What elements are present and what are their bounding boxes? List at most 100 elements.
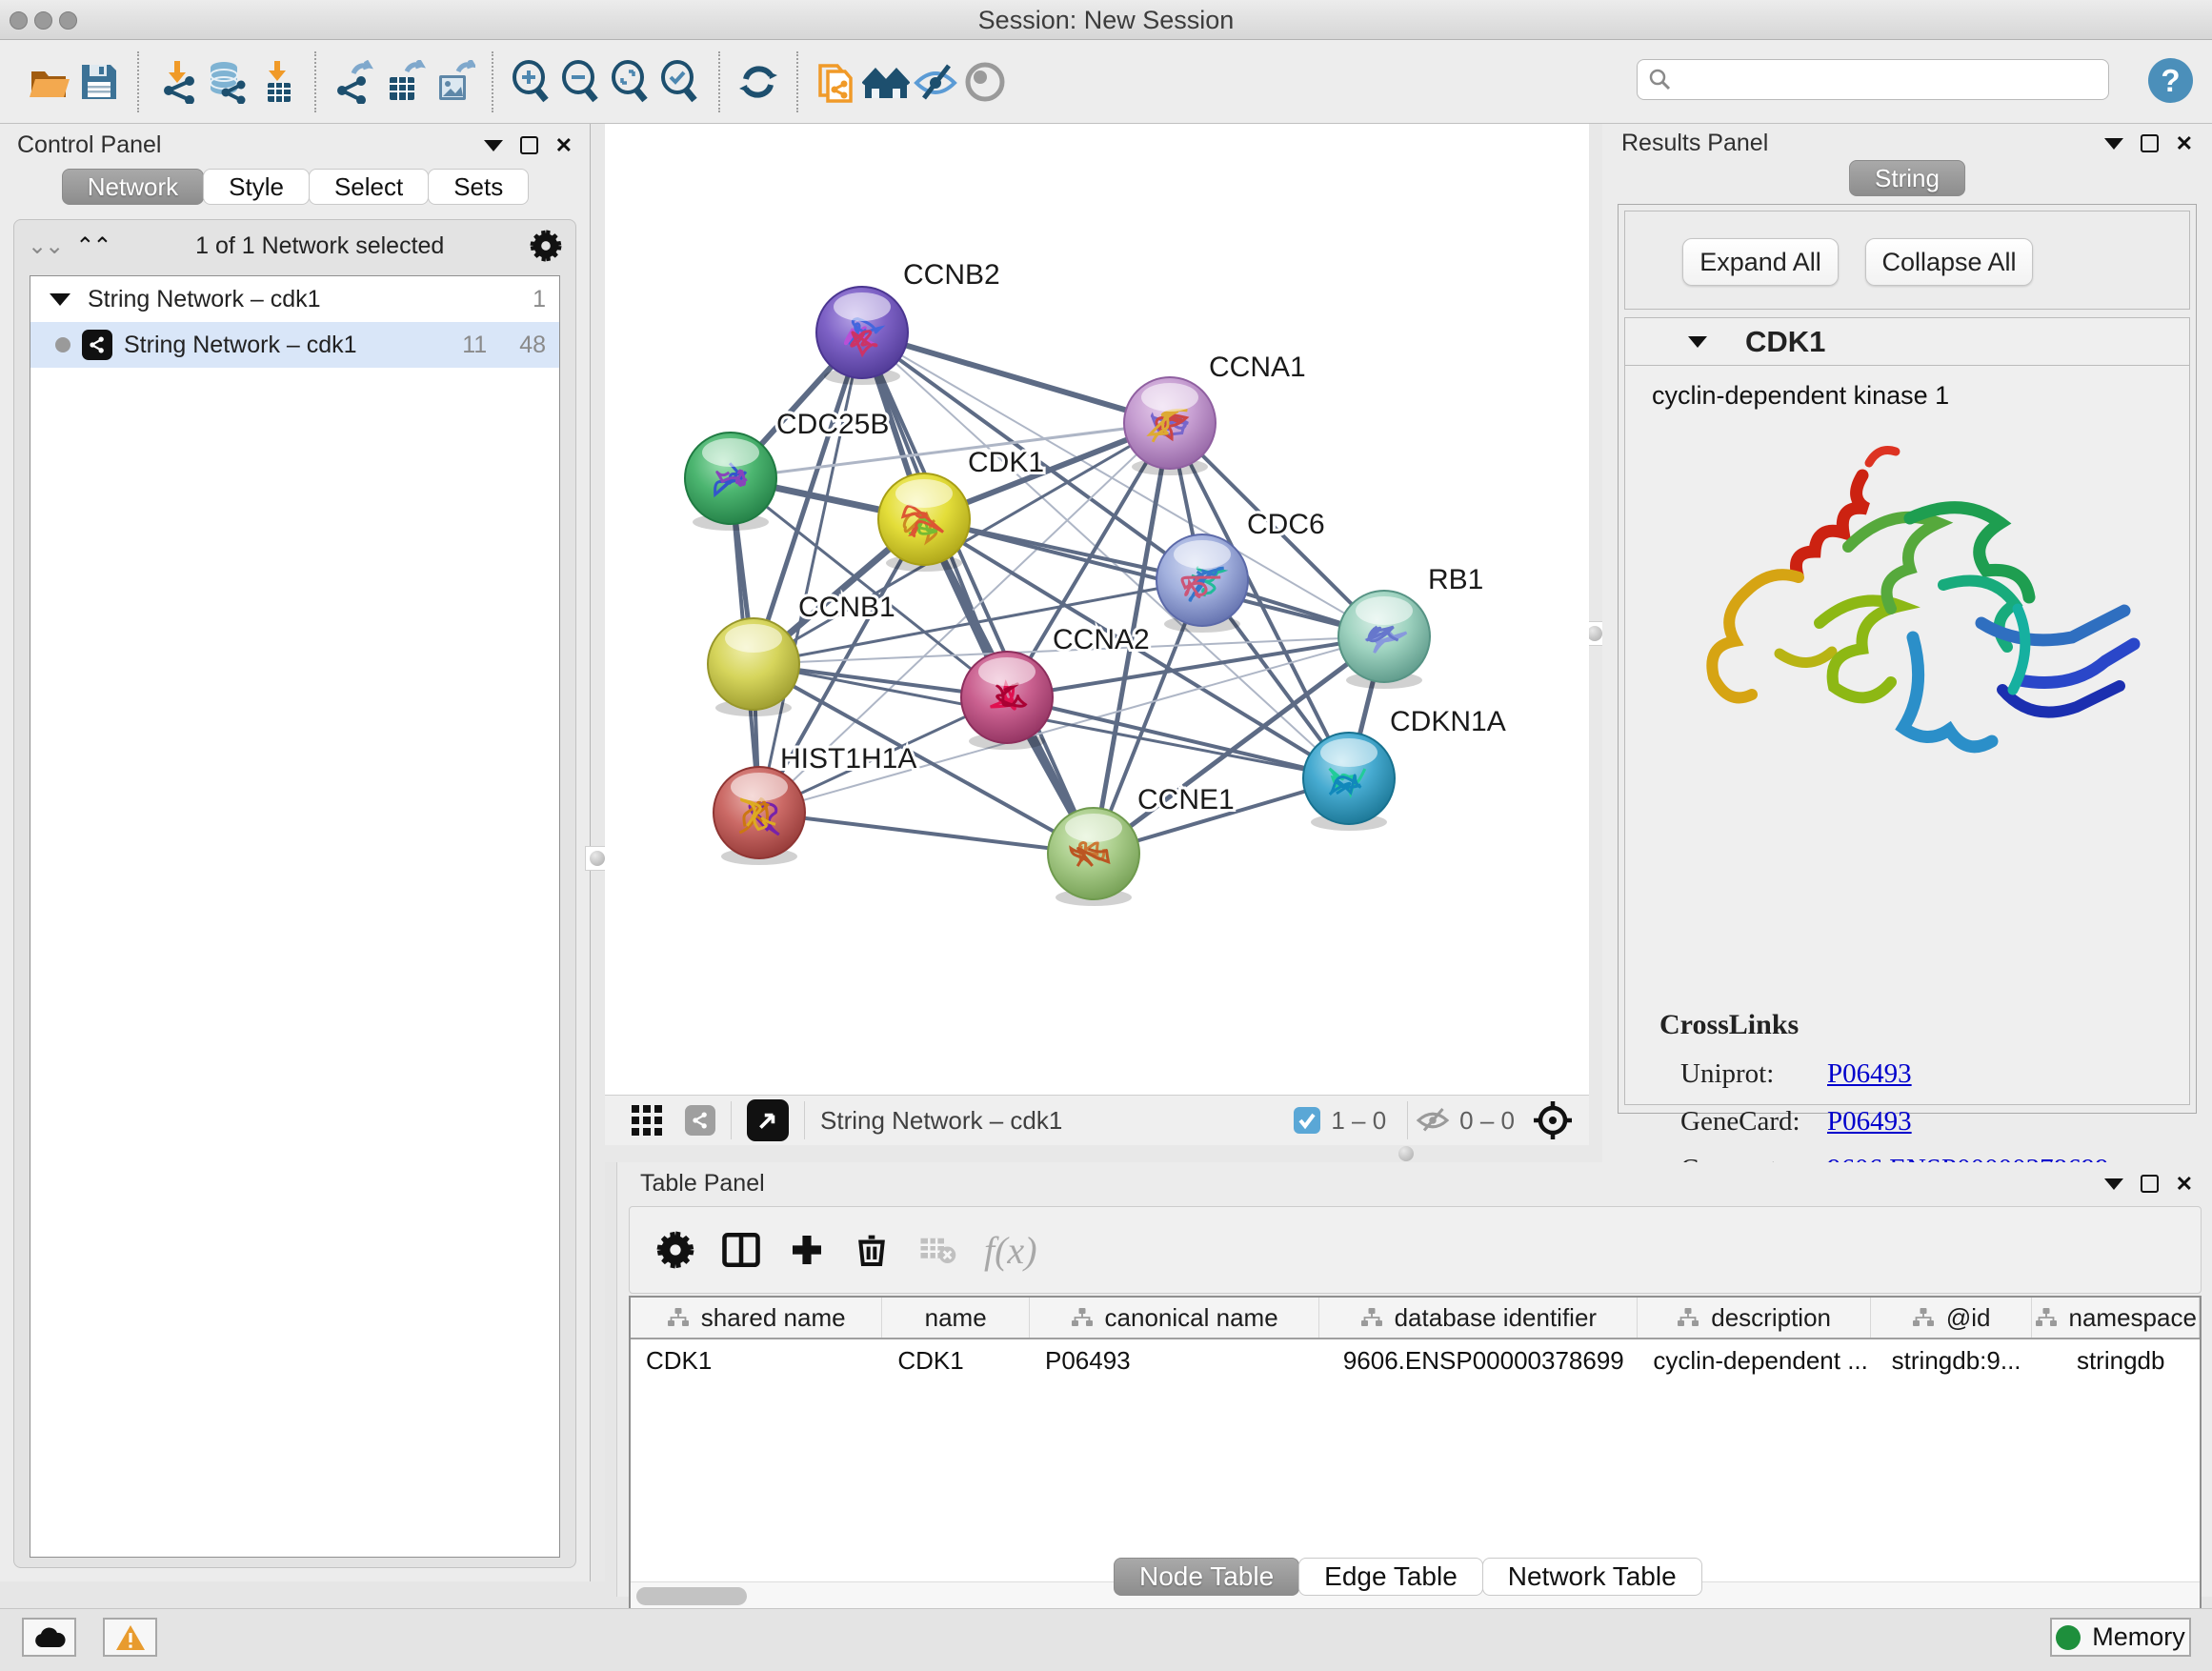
table-cell[interactable]: stringdb:9... (1871, 1339, 2033, 1381)
close-window-button[interactable] (10, 11, 28, 30)
node-CCNE1[interactable]: CCNE1 (1048, 784, 1235, 906)
node-CDC25B[interactable]: CDC25B (685, 409, 889, 531)
open-session-button[interactable] (25, 54, 74, 110)
birdseye-view-icon[interactable] (747, 1099, 789, 1141)
zoom-out-button[interactable] (556, 54, 606, 110)
float-panel-icon[interactable] (2141, 1175, 2159, 1193)
edge-CCNB2-HIST1H1A[interactable] (759, 332, 862, 813)
node-HIST1H1A[interactable]: HIST1H1A (714, 743, 916, 865)
selected-checkbox-icon[interactable] (1293, 1106, 1321, 1135)
table-body: CDK1CDK1P064939606.ENSP00000378699cyclin… (631, 1339, 2200, 1381)
node-RB1[interactable]: RB1 (1338, 564, 1483, 689)
zoom-fit-button[interactable] (606, 54, 655, 110)
collapse-gene-icon[interactable] (1688, 336, 1707, 348)
export-image-button[interactable] (429, 54, 478, 110)
export-table-button[interactable] (379, 54, 429, 110)
grid-view-icon[interactable] (630, 1103, 664, 1137)
table-cell[interactable]: P06493 (1030, 1339, 1319, 1381)
hide-selected-button[interactable] (911, 54, 960, 110)
add-column-icon[interactable] (788, 1231, 826, 1269)
network-collection-row[interactable]: String Network – cdk1 1 (30, 276, 559, 322)
import-network-file-button[interactable] (152, 54, 202, 110)
save-session-button[interactable] (74, 54, 124, 110)
collapse-all-networks-icon[interactable]: ⌃⌃ (75, 232, 110, 260)
import-table-button[interactable] (251, 54, 301, 110)
column-header-canonical-name[interactable]: canonical name (1030, 1298, 1319, 1338)
tab-edge-table[interactable]: Edge Table (1298, 1558, 1483, 1596)
edge-CCNB2-CCNA1[interactable] (862, 332, 1170, 423)
right-splitter[interactable] (1589, 124, 1602, 1162)
copy-style-button[interactable] (812, 54, 861, 110)
collapse-all-button[interactable]: Collapse All (1865, 238, 2033, 286)
refresh-button[interactable] (734, 54, 783, 110)
table-cell[interactable]: CDK1 (882, 1339, 1030, 1381)
column-header-namespace[interactable]: namespace (2032, 1298, 2200, 1338)
float-panel-icon[interactable] (520, 136, 538, 154)
edge-HIST1H1A-CCNE1[interactable] (759, 813, 1094, 854)
table-cell[interactable]: CDK1 (631, 1339, 882, 1381)
network-selection-summary: 1 of 1 Network selected (123, 232, 516, 260)
panel-menu-icon[interactable] (2104, 138, 2123, 150)
show-all-button[interactable] (960, 54, 1010, 110)
zoom-window-button[interactable] (59, 11, 77, 30)
network-view-canvas[interactable]: CCNB2CCNA1CDC25BCDK1CDC6RB1CCNB1CCNA2CDK… (605, 124, 1589, 1095)
network-view-type-icon[interactable] (685, 1105, 715, 1136)
network-edge-count: 48 (519, 332, 546, 359)
tab-string[interactable]: String (1849, 160, 1965, 196)
close-panel-icon[interactable]: ✕ (2176, 133, 2193, 154)
expand-all-networks-icon[interactable]: ⌄⌄ (28, 232, 62, 260)
network-options-gear-icon[interactable] (530, 230, 562, 262)
table-cell[interactable]: cyclin-dependent ... (1638, 1339, 1870, 1381)
tab-network-table[interactable]: Network Table (1482, 1558, 1702, 1596)
memory-button[interactable]: Memory (2050, 1618, 2191, 1657)
minimize-window-button[interactable] (34, 11, 52, 30)
tab-network[interactable]: Network (62, 169, 204, 205)
network-row-selected[interactable]: String Network – cdk1 11 48 (30, 322, 559, 368)
genecard-link[interactable]: P06493 (1827, 1106, 1912, 1137)
import-network-database-button[interactable] (202, 54, 251, 110)
float-panel-icon[interactable] (2141, 134, 2159, 152)
close-panel-icon[interactable]: ✕ (555, 135, 573, 156)
hidden-eye-icon[interactable] (1416, 1106, 1450, 1135)
collapse-collection-icon[interactable] (50, 293, 70, 306)
close-panel-icon[interactable]: ✕ (2176, 1174, 2193, 1195)
tab-node-table[interactable]: Node Table (1114, 1558, 1299, 1596)
node-CDKN1A[interactable]: CDKN1A (1303, 706, 1506, 831)
home-layout-button[interactable] (861, 54, 911, 110)
gene-section-header[interactable]: CDK1 (1625, 318, 2189, 366)
panel-menu-icon[interactable] (484, 140, 503, 151)
show-columns-icon[interactable] (721, 1230, 761, 1270)
panel-menu-icon[interactable] (2104, 1178, 2123, 1190)
tab-style[interactable]: Style (203, 169, 310, 205)
results-button-bar: Expand All Collapse All (1624, 211, 2190, 310)
tab-sets[interactable]: Sets (428, 169, 529, 205)
selected-count-badge: 1 – 0 (1331, 1106, 1386, 1136)
tab-select[interactable]: Select (309, 169, 429, 205)
help-button[interactable]: ? (2148, 58, 2193, 103)
uniprot-link[interactable]: P06493 (1827, 1058, 1912, 1090)
string-network-graph[interactable]: CCNB2CCNA1CDC25BCDK1CDC6RB1CCNB1CCNA2CDK… (605, 124, 1589, 1095)
column-tree-icon (1360, 1307, 1383, 1328)
table-cell[interactable]: 9606.ENSP00000378699 (1319, 1339, 1638, 1381)
fit-content-crosshair-icon[interactable] (1532, 1099, 1574, 1141)
delete-column-icon[interactable] (853, 1231, 891, 1269)
cloud-status-button[interactable] (22, 1618, 76, 1657)
column-header-database-identifier[interactable]: database identifier (1319, 1298, 1638, 1338)
left-splitter[interactable] (591, 124, 605, 1581)
zoom-in-button[interactable] (507, 54, 556, 110)
toolbar-separator (314, 51, 316, 112)
table-cell[interactable]: stringdb (2032, 1339, 2200, 1381)
edge-CCNB2-CCNE1[interactable] (862, 332, 1094, 854)
column-header-name[interactable]: name (882, 1298, 1030, 1338)
search-input[interactable] (1637, 59, 2109, 100)
table-settings-gear-icon[interactable] (656, 1231, 694, 1269)
expand-all-button[interactable]: Expand All (1682, 238, 1839, 286)
warnings-button[interactable] (103, 1618, 157, 1657)
node-CCNA1[interactable]: CCNA1 (1124, 352, 1306, 475)
column-header-description[interactable]: description (1638, 1298, 1870, 1338)
scrollbar-thumb[interactable] (636, 1587, 747, 1605)
column-header-shared-name[interactable]: shared name (631, 1298, 882, 1338)
column-header--id[interactable]: @id (1871, 1298, 2033, 1338)
zoom-selected-button[interactable] (655, 54, 705, 110)
export-network-button[interactable] (330, 54, 379, 110)
